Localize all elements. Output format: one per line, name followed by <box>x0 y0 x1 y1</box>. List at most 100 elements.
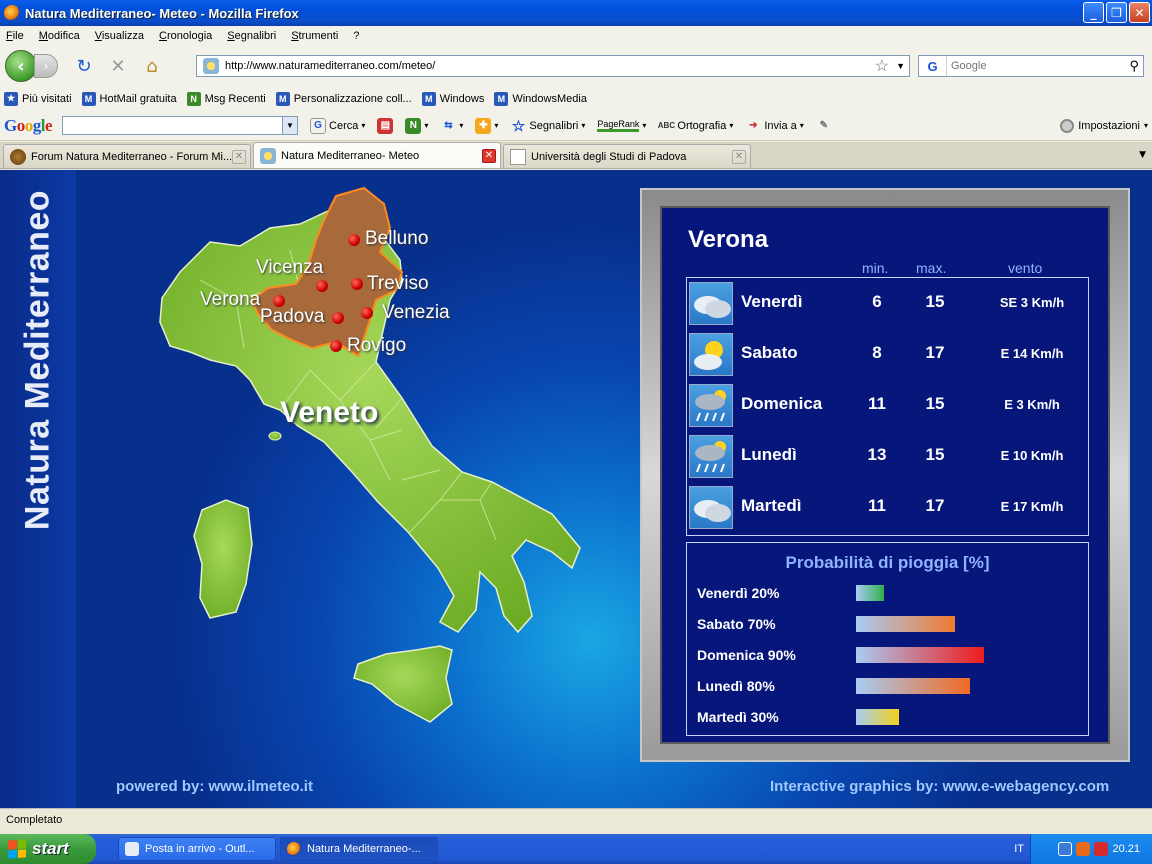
search-input[interactable] <box>951 60 1121 72</box>
window-controls: _ ❐ ✕ <box>1083 2 1150 23</box>
send-to-button[interactable]: ➜ Invia a ▾ <box>745 118 804 134</box>
menu-help[interactable]: ? <box>353 30 359 42</box>
city-dot-belluno[interactable] <box>348 234 360 246</box>
url-dropdown-icon[interactable]: ▼ <box>896 61 905 71</box>
forecast-table: Venerdì 6 15 SE 3 Km/h Sabato 8 17 E 14 … <box>686 277 1089 536</box>
forecast-row: Sabato 8 17 E 14 Km/h <box>687 329 1088 380</box>
google-logo[interactable]: Google <box>4 116 53 136</box>
menu-cronologia[interactable]: Cronologia <box>159 30 212 42</box>
chevron-down-icon[interactable]: ▼ <box>282 117 298 134</box>
bookmarks-toolbar: ★ Più visitati M HotMail gratuita N Msg Rec… <box>0 86 1152 111</box>
close-button[interactable]: ✕ <box>1129 2 1150 23</box>
taskbar-firefox[interactable]: Natura Mediterraneo-... <box>280 837 438 861</box>
msn-icon: M <box>81 91 96 106</box>
weather-icon <box>260 147 276 164</box>
bookmark-most-visited[interactable]: ★ Più visitati <box>4 91 72 106</box>
puzzle-icon: ✚ <box>475 117 492 134</box>
google-search-input[interactable]: ▼ <box>62 116 299 135</box>
reload-button[interactable]: ↻ <box>72 54 96 78</box>
search-engine-icon[interactable]: G <box>919 56 947 76</box>
menu-strumenti[interactable]: Strumenti <box>291 30 338 42</box>
minimize-button[interactable]: _ <box>1083 2 1104 23</box>
rain-bar <box>856 616 955 632</box>
news-button[interactable]: ▤ <box>377 117 394 134</box>
powered-by-link[interactable]: powered by: www.ilmeteo.it <box>116 778 313 795</box>
tab-meteo[interactable]: Natura Mediterraneo- Meteo ✕ <box>253 142 501 168</box>
forecast-panel-inner: Verona min. max. vento Venerdì 6 15 SE 3… <box>660 206 1110 744</box>
rain-bar <box>856 585 884 601</box>
rain-row: Domenica 90% <box>697 645 1077 665</box>
city-label-belluno[interactable]: Belluno <box>365 228 428 250</box>
back-button[interactable]: ‹ <box>5 50 37 82</box>
home-button[interactable]: ⌂ <box>140 54 164 78</box>
italy-map[interactable] <box>140 180 600 740</box>
feed-button[interactable]: N ▾ <box>405 117 428 134</box>
menu-modifica[interactable]: Modifica <box>39 30 80 42</box>
taskbar-outlook[interactable]: Posta in arrivo - Outl... <box>118 837 276 861</box>
addons-button[interactable]: ✚ ▾ <box>475 117 498 134</box>
language-indicator[interactable]: IT <box>1014 843 1024 855</box>
feed-icon: N <box>186 91 201 106</box>
shield-icon[interactable] <box>1094 842 1109 856</box>
city-label-venezia[interactable]: Venezia <box>382 302 450 324</box>
bookmark-personalizzazione[interactable]: M Personalizzazione coll... <box>275 91 412 106</box>
city-label-vicenza[interactable]: Vicenza <box>256 257 323 279</box>
menu-bar: File Modifica Visualizza Cronologia Segn… <box>0 26 1152 46</box>
tab-forum[interactable]: Forum Natura Mediterraneo - Forum Mi... … <box>3 144 251 168</box>
web-content: Natura Mediterraneo Belluno Vicenza Trev… <box>0 170 1152 808</box>
spellcheck-button[interactable]: ABC Ortografia ▾ <box>658 118 734 134</box>
bookmark-star-icon[interactable]: ☆ <box>875 56 889 76</box>
address-bar[interactable]: http://www.naturamediterraneo.com/meteo/… <box>196 55 910 77</box>
tab-list-icon[interactable]: ▼ <box>1139 150 1146 160</box>
city-label-padova[interactable]: Padova <box>260 306 324 328</box>
clock: 20.21 <box>1112 843 1140 855</box>
bookmark-msg-recenti[interactable]: N Msg Recenti <box>186 91 266 106</box>
url-text[interactable]: http://www.naturamediterraneo.com/meteo/ <box>225 60 435 72</box>
msn-icon: M <box>421 91 436 106</box>
city-dot-rovigo[interactable] <box>330 340 342 352</box>
google-settings-button[interactable]: Impostazioni ▾ <box>1060 118 1148 133</box>
sardinia <box>193 499 253 619</box>
city-dot-padova[interactable] <box>332 312 344 324</box>
tab-close-icon[interactable]: ✕ <box>732 149 746 164</box>
city-label-rovigo[interactable]: Rovigo <box>347 335 406 357</box>
restore-button[interactable]: ❐ <box>1106 2 1127 23</box>
rain-bar <box>856 647 984 663</box>
credits-link[interactable]: Interactive graphics by: www.e-webagency… <box>770 778 1109 795</box>
rain-icon <box>689 435 733 478</box>
forward-button[interactable]: › <box>34 54 58 78</box>
tab-close-icon[interactable]: ✕ <box>232 149 246 164</box>
bookmark-windows[interactable]: M Windows <box>421 91 484 106</box>
menu-file[interactable]: File <box>6 30 24 42</box>
highlight-button[interactable]: ✎ <box>816 118 832 134</box>
menu-visualizza[interactable]: Visualizza <box>95 30 144 42</box>
google-bookmarks-button[interactable]: ☆ Segnalibri ▾ <box>510 118 586 135</box>
google-search-button[interactable]: G Cerca ▾ <box>310 117 365 134</box>
start-button[interactable]: start <box>0 834 96 864</box>
arrow-left-icon: ‹ <box>17 55 25 77</box>
google-toolbar: Google ▼ G Cerca ▾ ▤ N ▾ ⇆ ▾ ✚ ▾ ☆ Segnalibri ▾… <box>0 111 1152 141</box>
network-icon[interactable] <box>1058 842 1073 856</box>
city-label-treviso[interactable]: Treviso <box>367 273 429 295</box>
page-icon <box>510 148 526 165</box>
tab-close-icon[interactable]: ✕ <box>482 148 496 163</box>
site-favicon-icon <box>203 58 219 74</box>
menu-segnalibri[interactable]: Segnalibri <box>227 30 276 42</box>
stop-button[interactable]: ✕ <box>106 54 130 78</box>
forecast-row: Venerdì 6 15 SE 3 Km/h <box>687 278 1088 329</box>
city-dot-treviso[interactable] <box>351 278 363 290</box>
cloudy-icon <box>689 282 733 325</box>
city-dot-vicenza[interactable] <box>316 280 328 292</box>
tab-unipd[interactable]: Università degli Studi di Padova ✕ <box>503 144 751 168</box>
translate-button[interactable]: ⇆ ▾ <box>440 118 463 134</box>
city-dot-venezia[interactable] <box>361 307 373 319</box>
system-tray: 20.21 <box>1030 834 1152 864</box>
search-icon[interactable]: ⚲ <box>1129 58 1139 74</box>
bookmark-windowsmedia[interactable]: M WindowsMedia <box>494 91 587 106</box>
flame-icon[interactable] <box>1076 842 1091 856</box>
search-box[interactable]: G ⚲ <box>918 55 1144 77</box>
bookmark-hotmail[interactable]: M HotMail gratuita <box>81 91 177 106</box>
rain-row: Venerdì 20% <box>697 583 1077 603</box>
city-label-verona[interactable]: Verona <box>200 289 260 311</box>
rain-bar <box>856 709 899 725</box>
